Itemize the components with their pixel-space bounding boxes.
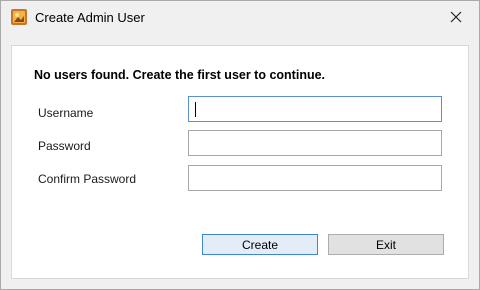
- password-label: Password: [38, 139, 91, 153]
- exit-button[interactable]: Exit: [328, 234, 444, 255]
- password-input[interactable]: [188, 130, 442, 156]
- username-label: Username: [38, 106, 94, 120]
- dialog-window: Create Admin User No users found. Create…: [0, 0, 480, 290]
- confirm-password-label: Confirm Password: [38, 172, 137, 186]
- text-caret: [195, 102, 196, 117]
- confirm-password-input[interactable]: [188, 165, 442, 191]
- window-title: Create Admin User: [35, 10, 145, 25]
- form-panel: No users found. Create the first user to…: [11, 45, 469, 279]
- close-button[interactable]: [433, 1, 479, 33]
- info-message: No users found. Create the first user to…: [34, 68, 326, 82]
- app-icon: [11, 9, 27, 25]
- username-input[interactable]: [188, 96, 442, 122]
- create-button[interactable]: Create: [202, 234, 318, 255]
- close-icon: [450, 11, 462, 23]
- title-bar[interactable]: Create Admin User: [1, 1, 479, 33]
